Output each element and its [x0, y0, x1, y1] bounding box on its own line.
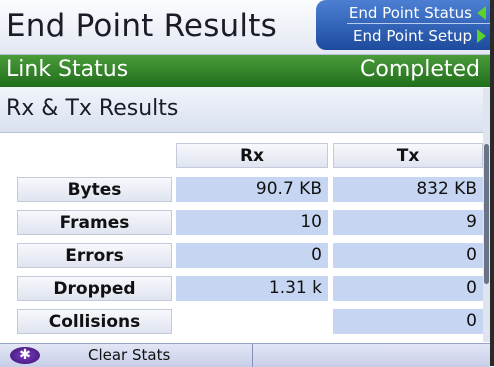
tx-value-errors: 0: [333, 243, 483, 268]
tx-value-frames: 9: [333, 210, 483, 235]
clear-stats-label: Clear Stats: [88, 346, 171, 364]
page-title: End Point Results: [6, 8, 277, 44]
screen: End Point Results End Point Status End P…: [0, 0, 494, 367]
tx-value-collisions: 0: [333, 309, 483, 334]
arrow-right-icon[interactable]: [477, 29, 486, 43]
row-label-collisions: Collisions: [17, 309, 172, 334]
rx-value-bytes: 90.7 KB: [176, 177, 328, 202]
rx-value-errors: 0: [176, 243, 328, 268]
header: End Point Results End Point Status End P…: [0, 0, 490, 55]
clear-stats-button[interactable]: ✱ Clear Stats: [0, 344, 253, 367]
row-label-frames: Frames: [17, 210, 172, 235]
rx-value-frames: 10: [176, 210, 328, 235]
asterisk-icon: ✱: [10, 347, 40, 364]
nav-tabs: End Point Status End Point Setup: [316, 0, 490, 50]
section-header: Rx & Tx Results: [0, 88, 490, 133]
results-table: Rx Tx Bytes 90.7 KB 832 KB Frames 10 9 E…: [0, 133, 490, 343]
section-title: Rx & Tx Results: [6, 96, 179, 121]
softkey-bar: ✱ Clear Stats: [0, 343, 490, 367]
link-status-value: Completed: [360, 57, 480, 82]
column-header-tx: Tx: [333, 143, 483, 168]
link-status-bar: Link Status Completed: [0, 55, 490, 87]
rx-value-dropped: 1.31 k: [176, 276, 328, 301]
column-header-rx: Rx: [176, 143, 328, 168]
scrollbar-thumb[interactable]: [484, 144, 489, 284]
row-label-dropped: Dropped: [17, 276, 172, 301]
link-status-label: Link Status: [6, 57, 129, 82]
row-label-bytes: Bytes: [17, 177, 172, 202]
tab-end-point-setup[interactable]: End Point Setup: [347, 23, 490, 45]
tab-end-point-status[interactable]: End Point Status: [349, 4, 472, 22]
tx-value-bytes: 832 KB: [333, 177, 483, 202]
rx-value-collisions: [176, 309, 328, 334]
row-label-errors: Errors: [17, 243, 172, 268]
scrollbar[interactable]: [483, 88, 490, 342]
tx-value-dropped: 0: [333, 276, 483, 301]
arrow-left-icon[interactable]: [477, 6, 486, 20]
